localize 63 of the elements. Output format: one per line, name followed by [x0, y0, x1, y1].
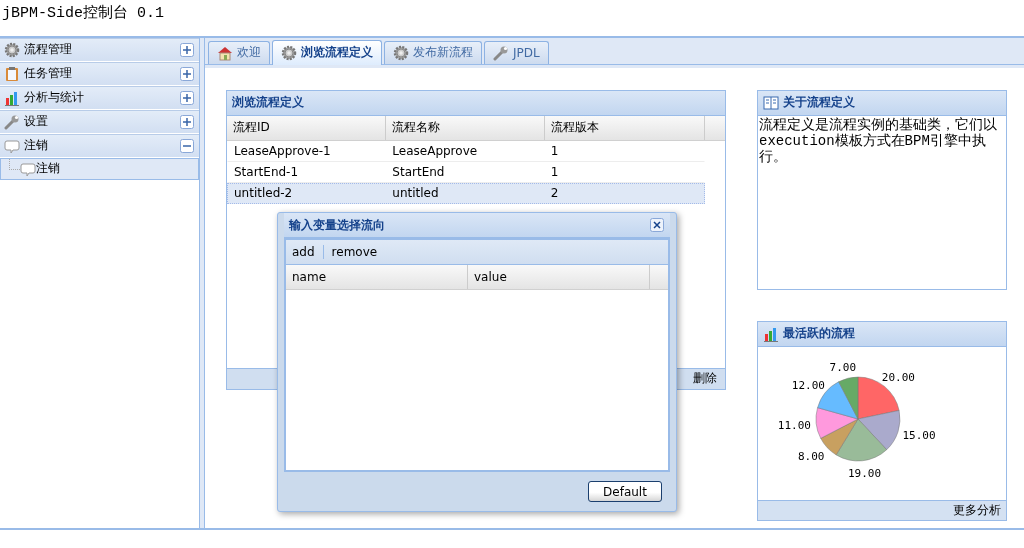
sidebar-item[interactable]: 注销	[0, 133, 199, 158]
app-title: jBPM-Side控制台 0.1	[2, 5, 165, 22]
table-cell-text: StartEnd	[391, 164, 446, 182]
plus-icon[interactable]	[179, 89, 195, 106]
gear-icon	[393, 44, 409, 61]
data-label: 7.00	[829, 360, 857, 374]
table-cell-text: LeaseApprove-1	[233, 143, 332, 161]
sidebar-item[interactable]: 任务管理	[0, 61, 199, 86]
tab[interactable]: 发布新流程	[384, 40, 482, 64]
column-header[interactable]: 流程版本	[545, 115, 705, 140]
toolbar-button[interactable]: add	[292, 245, 315, 259]
panel-title: 最活跃的流程	[783, 325, 855, 343]
table-cell-text: 1	[549, 164, 560, 182]
plus-icon[interactable]	[179, 113, 195, 130]
plus-icon[interactable]	[179, 65, 195, 82]
table-row[interactable]: untitled-2 untitled 2	[227, 182, 705, 204]
tab[interactable]: 欢迎	[208, 40, 270, 64]
description-text: 流程定义是流程实例的基础类，它们以execution模板方式在BPM引擎中执行。	[758, 115, 998, 166]
bar-chart-icon	[4, 89, 20, 106]
table-row[interactable]: StartEnd-1 StartEnd 1	[227, 161, 705, 183]
column-header[interactable]: 流程名称	[386, 115, 545, 140]
sidebar-item[interactable]: 分析与统计	[0, 85, 199, 110]
column-header[interactable]: 流程ID	[227, 115, 386, 140]
table-cell-text: untitled-2	[233, 185, 294, 203]
speech-bubble-icon	[20, 160, 36, 177]
book-icon	[763, 94, 779, 111]
minus-icon[interactable]	[179, 137, 195, 154]
more-analysis-link[interactable]: 更多分析	[953, 501, 1001, 519]
data-label: 8.00	[798, 449, 825, 463]
data-label: 11.00	[777, 418, 811, 432]
bar-chart-icon	[763, 325, 779, 342]
panel-title: 浏览流程定义	[232, 94, 304, 112]
table-cell-text: untitled	[391, 185, 440, 203]
data-label: 20.00	[881, 371, 915, 384]
wrench-icon	[493, 44, 509, 61]
tab[interactable]: 浏览流程定义	[272, 39, 382, 65]
speech-bubble-icon	[4, 137, 20, 154]
clipboard-icon	[4, 65, 20, 82]
sidebar-item[interactable]: 设置	[0, 109, 199, 134]
house-icon	[217, 44, 233, 61]
data-label: 19.00	[848, 466, 882, 480]
data-label: 12.00	[791, 378, 825, 392]
gear-icon	[4, 41, 20, 58]
tree-item[interactable]: 注销	[0, 157, 199, 180]
column-header[interactable]: name	[286, 265, 468, 289]
default-button[interactable]: Default	[588, 481, 662, 502]
column-header[interactable]: value	[468, 265, 650, 289]
wrench-icon	[4, 113, 20, 130]
close-icon[interactable]	[649, 217, 665, 233]
table-cell-text: StartEnd-1	[233, 164, 300, 182]
plus-icon[interactable]	[179, 41, 195, 58]
toolbar-button[interactable]: 删除	[693, 370, 717, 388]
data-label: 15.00	[902, 429, 936, 443]
table-cell-text: LeaseApprove	[391, 143, 479, 161]
gear-icon	[281, 44, 297, 61]
table-row[interactable]: LeaseApprove-1 LeaseApprove 1	[227, 140, 705, 162]
dialog-title: 输入变量选择流向	[289, 216, 385, 234]
toolbar-button[interactable]: remove	[331, 245, 378, 259]
sidebar-item[interactable]: 流程管理	[0, 37, 199, 62]
tab[interactable]: JPDL	[484, 40, 549, 64]
table-cell-text: 1	[549, 143, 560, 161]
panel-title: 关于流程定义	[783, 94, 855, 112]
table-cell-text: 2	[549, 185, 560, 203]
